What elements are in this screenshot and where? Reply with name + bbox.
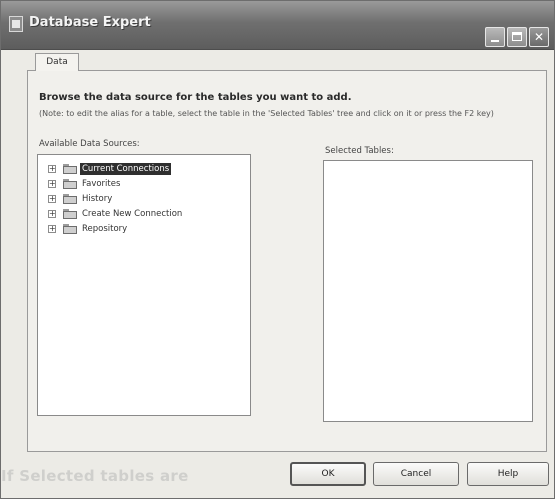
footer-caption: If Selected tables are [1,467,189,485]
tree-item-history[interactable]: + History [48,193,246,205]
minimize-button[interactable] [485,27,505,47]
tree-item-label[interactable]: Current Connections [80,163,172,175]
available-data-sources-label: Available Data Sources: [39,139,140,149]
window-title: Database Expert [29,15,151,30]
panel-instructions: (Note: to edit the alias for a table, se… [39,109,494,118]
folder-icon [63,209,77,219]
app-icon [9,16,23,32]
ok-button[interactable]: OK [290,462,366,486]
tree-item-current-connections[interactable]: + Current Connections [48,163,246,175]
cancel-button[interactable]: Cancel [373,462,459,486]
expand-icon[interactable]: + [48,165,56,173]
database-expert-window: Database Expert ✕ Data Browse the data s… [0,0,555,499]
tree-item-favorites[interactable]: + Favorites [48,178,246,190]
tree-item-label[interactable]: Favorites [80,178,122,190]
tree-item-label[interactable]: Repository [80,223,129,235]
close-button[interactable]: ✕ [529,27,549,47]
tree-item-create-new-connection[interactable]: + Create New Connection [48,208,246,220]
tab-data[interactable]: Data [35,53,79,71]
tree-item-label[interactable]: Create New Connection [80,208,184,220]
tree-item-repository[interactable]: + Repository [48,223,246,235]
available-data-sources-tree[interactable]: + Current Connections + Favorites + Hist… [37,154,251,416]
folder-icon [63,224,77,234]
title-bar[interactable]: Database Expert ✕ [1,1,554,50]
folder-icon [63,194,77,204]
tree-item-label[interactable]: History [80,193,114,205]
help-button[interactable]: Help [467,462,549,486]
folder-icon [63,164,77,174]
expand-icon[interactable]: + [48,180,56,188]
folder-icon [63,179,77,189]
maximize-button[interactable] [507,27,527,47]
expand-icon[interactable]: + [48,195,56,203]
selected-tables-label: Selected Tables: [325,146,394,156]
expand-icon[interactable]: + [48,225,56,233]
selected-tables-tree[interactable] [323,160,533,422]
expand-icon[interactable]: + [48,210,56,218]
panel-heading: Browse the data source for the tables yo… [39,92,352,103]
